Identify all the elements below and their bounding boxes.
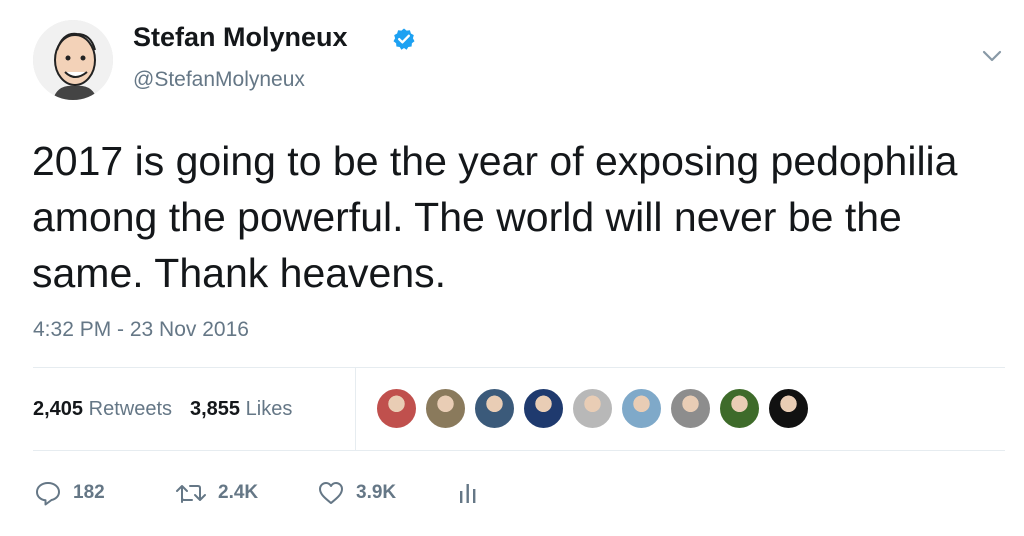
tweet-timestamp[interactable]: 4:32 PM - 23 Nov 2016 (33, 318, 249, 342)
retweets-label: Retweets (88, 398, 172, 420)
retweets-count: 2,405 (33, 398, 84, 420)
liker-avatars (375, 387, 816, 431)
avatar-icon (33, 20, 113, 100)
tweet-text: 2017 is going to be the year of exposing… (32, 138, 958, 296)
like-button[interactable]: 3.9K (316, 475, 396, 511)
liker-avatar-8[interactable] (718, 387, 761, 430)
liker-avatar-6[interactable] (620, 387, 663, 430)
retweet-icon (176, 485, 206, 503)
author-handle[interactable]: @StefanMolyneux (133, 68, 305, 92)
liker-avatar-1[interactable] (375, 387, 418, 430)
liker-avatar-2[interactable] (424, 387, 467, 430)
likes-stat[interactable]: 3,855 Likes (190, 398, 292, 421)
analytics-button[interactable] (456, 475, 480, 511)
reply-count: 182 (73, 482, 105, 503)
verified-badge-icon (393, 28, 415, 50)
likes-count: 3,855 (190, 398, 241, 420)
liker-avatar-7[interactable] (669, 387, 712, 430)
retweets-stat[interactable]: 2,405 Retweets (33, 398, 172, 421)
liker-avatar-3[interactable] (473, 387, 516, 430)
liker-avatar-5[interactable] (571, 387, 614, 430)
author-avatar[interactable] (33, 20, 113, 100)
author-display-name[interactable]: Stefan Molyneux (133, 22, 348, 53)
like-count: 3.9K (356, 482, 397, 503)
divider (33, 367, 1005, 368)
tweet-stats: 2,405 Retweets 3,855 Likes (33, 398, 292, 421)
retweet-count: 2.4K (218, 482, 259, 503)
analytics-icon (460, 484, 476, 503)
retweet-button[interactable]: 2.4K (174, 475, 258, 511)
liker-avatar-4[interactable] (522, 387, 565, 430)
chevron-down-icon[interactable] (980, 46, 1004, 66)
heart-icon (319, 482, 343, 504)
divider (355, 367, 356, 451)
liker-avatar-9[interactable] (767, 387, 810, 430)
tweet-card: Stefan Molyneux @StefanMolyneux 2017 is … (0, 0, 1024, 536)
reply-button[interactable]: 182 (33, 475, 105, 511)
divider (33, 450, 1005, 451)
likes-label: Likes (245, 398, 293, 420)
reply-icon (36, 482, 60, 506)
